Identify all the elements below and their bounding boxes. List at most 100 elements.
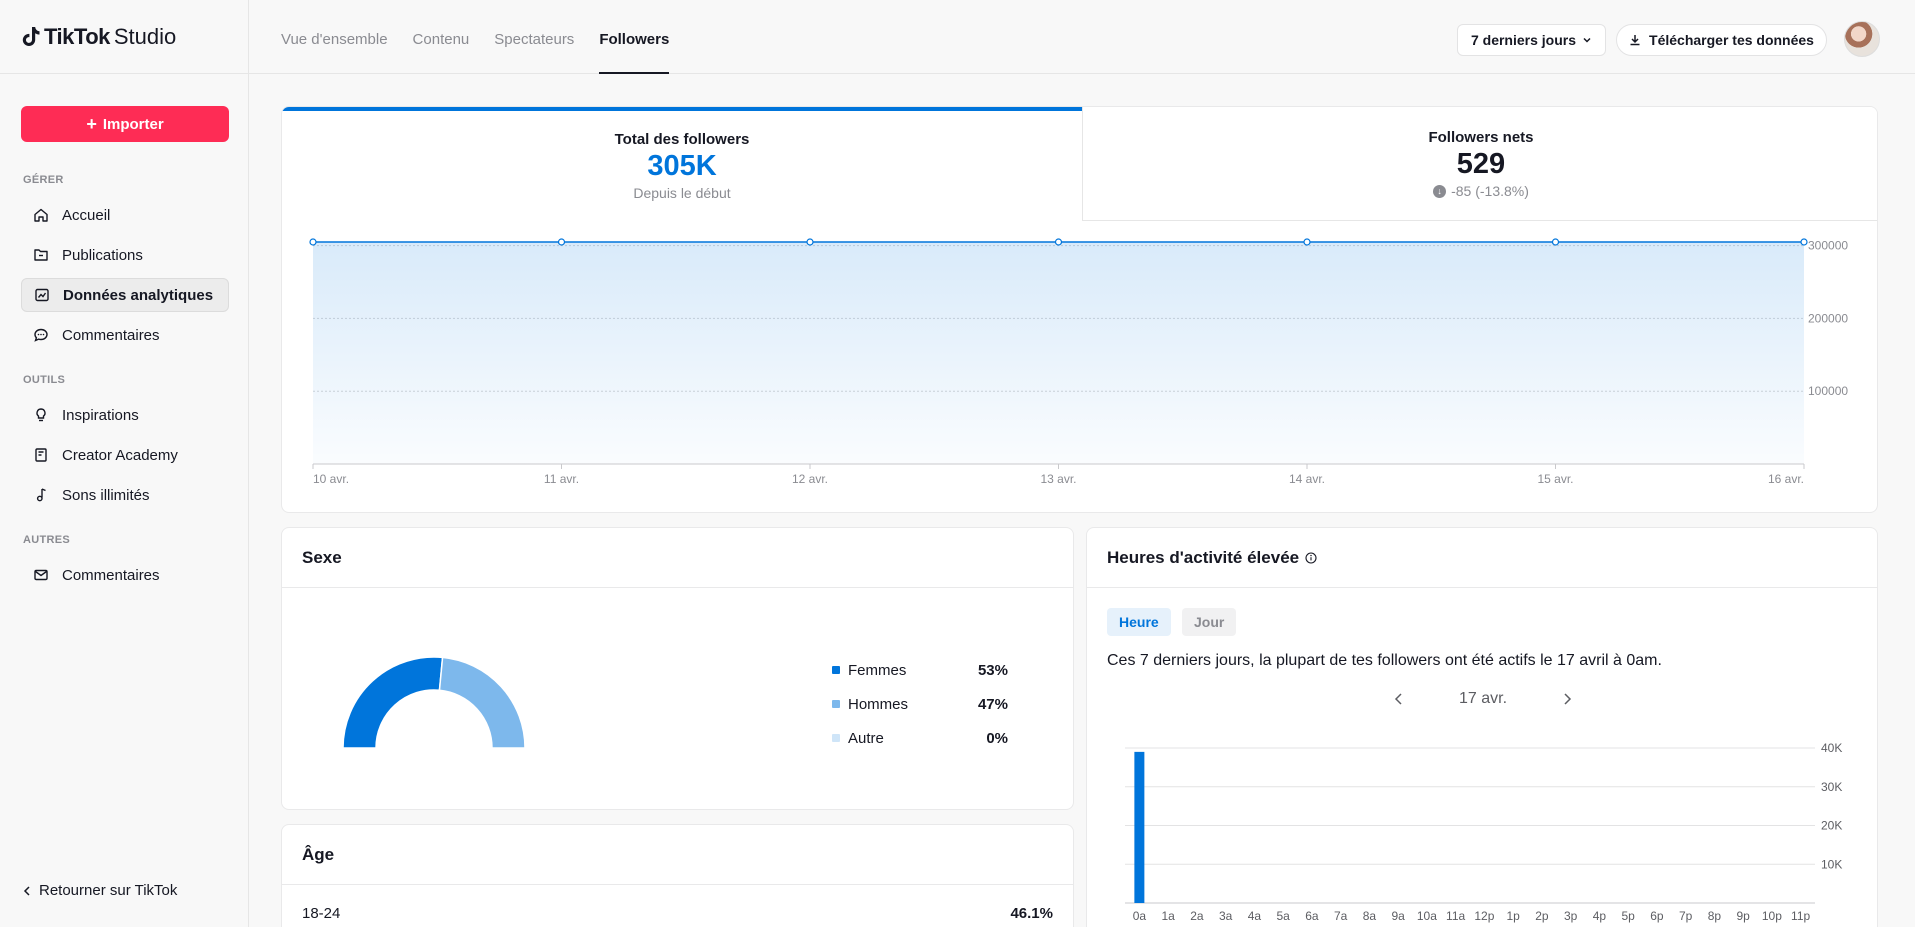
- import-button[interactable]: + Importer: [21, 106, 229, 142]
- sidebar-item-label: Accueil: [62, 206, 111, 224]
- y-tick-label: 40K: [1821, 741, 1842, 755]
- analytics-icon: [35, 288, 49, 302]
- tab-followers[interactable]: Followers: [599, 0, 670, 74]
- x-tick-label: 10 avr.: [313, 472, 349, 486]
- x-tick-label: 16 avr.: [1768, 472, 1804, 486]
- plus-icon: +: [86, 114, 97, 134]
- y-tick-label: 100000: [1808, 384, 1848, 398]
- net-followers-tab[interactable]: Followers nets 529 ↓ -85 (-13.8%): [1082, 107, 1877, 221]
- lightbulb-icon: [36, 408, 46, 422]
- section-tools: OUTILS: [23, 374, 66, 386]
- current-date: 17 avr.: [1458, 690, 1508, 707]
- legend-swatch: [832, 666, 840, 674]
- logo-studio-text: Studio: [113, 24, 177, 49]
- total-followers-sub-text: Depuis le début: [633, 185, 731, 201]
- sidebar-item-publications[interactable]: Publications: [21, 238, 229, 272]
- sidebar-item-label: Commentaires: [62, 326, 160, 344]
- x-tick-label: 4p: [1593, 909, 1607, 923]
- data-point: [806, 238, 814, 246]
- arrow-down-icon: ↓: [1433, 184, 1447, 198]
- total-followers-tab[interactable]: Total des followers 305K Depuis le début: [282, 107, 1082, 221]
- download-icon: [1630, 35, 1640, 46]
- music-icon: [36, 488, 46, 502]
- age-range-value: 46.1%: [1010, 905, 1053, 922]
- sidebar-item-comments[interactable]: Commentaires: [21, 318, 229, 352]
- data-point: [309, 238, 317, 246]
- download-label: Télécharger tes données: [1649, 32, 1814, 48]
- back-to-tiktok-link[interactable]: Retourner sur TikTok: [23, 882, 177, 899]
- age-card-header: Âge: [282, 825, 1073, 885]
- import-label: Importer: [102, 115, 164, 133]
- tab-viewers[interactable]: Spectateurs: [494, 0, 574, 74]
- book-icon: [35, 448, 47, 462]
- x-tick-label: 14 avr.: [1289, 472, 1325, 486]
- age-row: 18-24 46.1%: [282, 885, 1073, 922]
- logo-brand-text: TikTok: [44, 24, 110, 49]
- total-followers-sub: Depuis le début: [282, 185, 1082, 201]
- x-tick-label: 2p: [1535, 909, 1549, 923]
- legend-value: 53%: [977, 661, 1008, 679]
- info-icon[interactable]: [1305, 551, 1317, 564]
- mail-icon: [34, 569, 48, 581]
- legend-label: Autre: [848, 729, 884, 747]
- sidebar: + Importer GÉRER Accueil Publications Do…: [0, 74, 248, 927]
- donut-slice-femmes: [342, 656, 444, 749]
- top-bar: TikTok Studio Vue d'ensemble Contenu Spe…: [0, 0, 1915, 74]
- activity-title: Heures d'activité élevée: [1107, 547, 1300, 567]
- x-tick-label: 11 avr.: [544, 472, 579, 486]
- bar-0a: [1134, 751, 1145, 903]
- period-label: 7 derniers jours: [1470, 32, 1577, 48]
- data-point: [1551, 238, 1560, 246]
- tab-content[interactable]: Contenu: [413, 0, 470, 74]
- sidebar-item-label: Sons illimités: [62, 486, 150, 504]
- followers-overview-card: Total des followers 305K Depuis le début…: [281, 106, 1878, 513]
- sidebar-item-creator-academy[interactable]: Creator Academy: [21, 438, 229, 472]
- x-tick-label: 13 avr.: [1040, 472, 1076, 486]
- avatar[interactable]: [1844, 21, 1880, 57]
- followers-line-chart: 300000 200000 100000 10 avr. 11 avr. 12 avr. 1…: [309, 238, 1848, 486]
- toggle-day[interactable]: Jour: [1182, 608, 1237, 636]
- net-followers-change: ↓ -85 (-13.8%): [1083, 183, 1877, 199]
- data-point: [557, 238, 566, 246]
- chevron-left-icon[interactable]: [1394, 692, 1404, 706]
- main-tabs: Vue d'ensemble Contenu Spectateurs Follo…: [281, 0, 670, 74]
- chevron-right-icon[interactable]: [1562, 692, 1572, 706]
- folder-icon: [34, 249, 48, 261]
- tiktok-studio-logo[interactable]: TikTok Studio: [20, 24, 176, 50]
- x-tick-label: 8p: [1708, 909, 1722, 923]
- sidebar-item-label: Inspirations: [62, 406, 139, 424]
- toggle-hour[interactable]: Heure: [1107, 608, 1171, 636]
- x-tick-label: 3a: [1219, 909, 1233, 923]
- home-icon: [34, 208, 48, 222]
- gender-donut-chart: [342, 656, 526, 749]
- sidebar-divider: [248, 0, 249, 927]
- activity-bar-chart: 40K 30K 20K 10K 0a 1a 2a 3a 4a 5a 6a 7a 8a 9a 10a 11a 12…: [1125, 741, 1842, 923]
- x-tick-label: 7a: [1334, 909, 1348, 923]
- net-followers-label: Followers nets: [1428, 129, 1534, 146]
- x-tick-label: 3p: [1564, 909, 1578, 923]
- x-tick-label: 10p: [1762, 909, 1782, 923]
- tab-overview[interactable]: Vue d'ensemble: [281, 0, 388, 74]
- x-tick-label: 9a: [1391, 909, 1405, 923]
- gender-card-header: Sexe: [282, 528, 1073, 588]
- section-others: AUTRES: [23, 534, 71, 546]
- sidebar-item-feedback[interactable]: Commentaires: [21, 558, 229, 592]
- sidebar-item-analytics[interactable]: Données analytiques: [21, 278, 229, 312]
- y-tick-label: 300000: [1808, 239, 1848, 253]
- comment-icon: [34, 328, 48, 342]
- data-point: [1800, 238, 1808, 246]
- sidebar-item-home[interactable]: Accueil: [21, 198, 229, 232]
- sidebar-item-inspirations[interactable]: Inspirations: [21, 398, 229, 432]
- period-dropdown[interactable]: 7 derniers jours: [1457, 24, 1606, 56]
- activity-card-header: Heures d'activité élevée: [1087, 528, 1877, 588]
- download-data-button[interactable]: Télécharger tes données: [1616, 24, 1827, 56]
- sidebar-item-sounds[interactable]: Sons illimités: [21, 478, 229, 512]
- x-tick-label: 0a: [1133, 909, 1147, 923]
- total-followers-value: 305K: [647, 150, 717, 182]
- donut-slice-hommes: [438, 656, 526, 749]
- y-tick-label: 20K: [1821, 819, 1842, 833]
- sidebar-item-label: Publications: [62, 246, 143, 264]
- x-tick-label: 15 avr.: [1537, 472, 1573, 486]
- x-tick-label: 11p: [1791, 909, 1810, 923]
- age-title: Âge: [302, 844, 335, 864]
